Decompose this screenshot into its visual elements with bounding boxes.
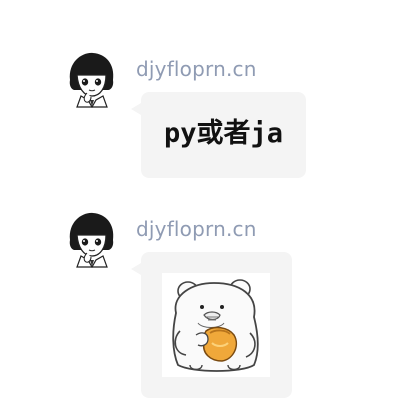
avatar[interactable]: [64, 50, 118, 109]
chat-window: djyfloprn.cn py或者ja djyfloprn.cn: [0, 0, 420, 420]
anime-girl-avatar-icon: [69, 212, 114, 269]
message-bubble[interactable]: py或者ja: [131, 92, 306, 178]
anime-girl-avatar-icon: [69, 52, 114, 109]
avatar[interactable]: [64, 210, 118, 269]
sender-name: djyfloprn.cn: [136, 57, 257, 81]
sticker-image[interactable]: [162, 273, 270, 377]
bear-holding-honey-jar-sticker-icon: [172, 279, 259, 372]
message-text: py或者ja: [163, 118, 284, 149]
message-bubble[interactable]: [131, 252, 292, 398]
sender-name: djyfloprn.cn: [136, 217, 257, 241]
